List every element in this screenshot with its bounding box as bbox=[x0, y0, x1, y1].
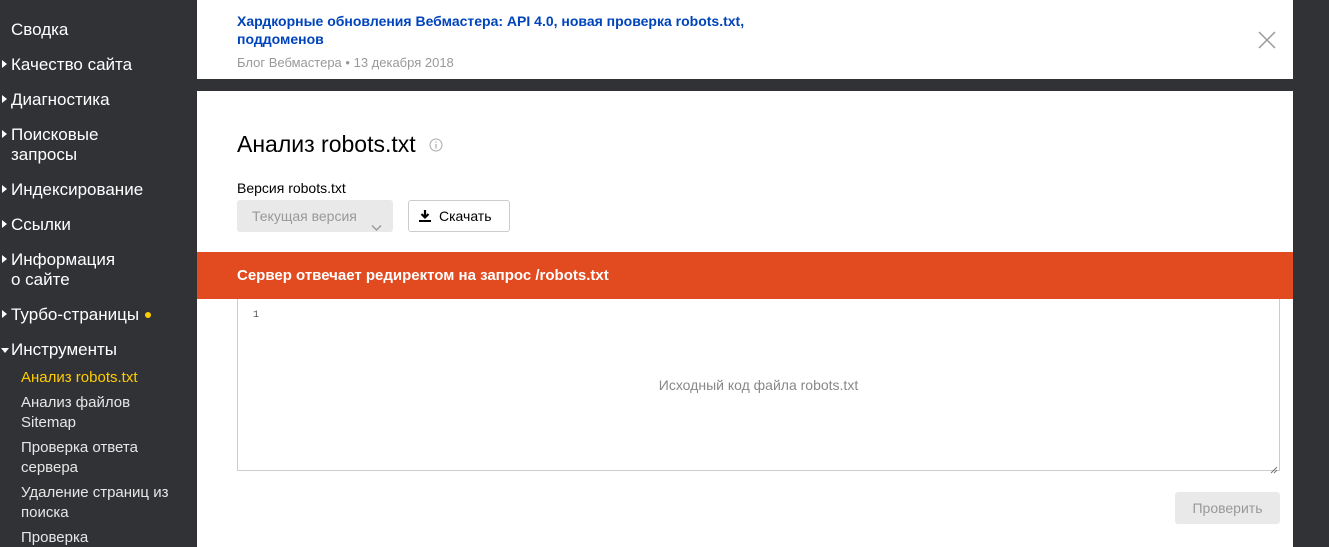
error-message: Сервер отвечает редиректом на запрос /ro… bbox=[237, 267, 609, 284]
sidebar-item-links[interactable]: Ссылки bbox=[0, 215, 197, 235]
sidebar-item-search-queries[interactable]: Поисковые запросы bbox=[0, 125, 197, 165]
caret-right-icon bbox=[2, 220, 7, 228]
download-icon bbox=[418, 209, 432, 226]
new-badge-dot bbox=[145, 311, 152, 318]
robots-code-editor[interactable]: 1 Исходный код файла robots.txt bbox=[237, 299, 1280, 474]
error-banner: Сервер отвечает редиректом на запрос /ro… bbox=[197, 252, 1293, 299]
close-icon[interactable] bbox=[1257, 30, 1277, 50]
sidebar-item-label: Инструменты bbox=[11, 340, 118, 359]
sidebar-subitem-check[interactable]: Проверка bbox=[21, 528, 191, 547]
caret-right-icon bbox=[2, 255, 7, 263]
sidebar-item-label-line1: Информация bbox=[11, 250, 116, 269]
caret-right-icon bbox=[2, 95, 7, 103]
sidebar-item-site-info[interactable]: Информация о сайте bbox=[0, 250, 197, 290]
sidebar-subitem-label-line1: Проверка ответа bbox=[21, 439, 138, 456]
caret-right-icon bbox=[2, 60, 7, 68]
sidebar-subitem-robots-analysis[interactable]: Анализ robots.txt bbox=[21, 368, 191, 388]
download-button[interactable]: Скачать bbox=[408, 200, 510, 232]
main-panel: Анализ robots.txt Версия robots.txt Теку… bbox=[197, 91, 1293, 547]
sidebar-item-label: Качество сайта bbox=[11, 55, 133, 74]
news-title-line1: Хардкорные обновления Вебмастера: API 4.… bbox=[237, 13, 745, 29]
sidebar-item-label: Ссылки bbox=[11, 215, 71, 234]
sidebar-subitem-label-line1: Анализ файлов bbox=[21, 394, 131, 411]
sidebar-item-summary[interactable]: Сводка bbox=[0, 20, 197, 40]
news-meta: Блог Вебмастера • 13 декабря 2018 bbox=[237, 55, 454, 70]
news-source: Блог Вебмастера bbox=[237, 55, 342, 70]
sidebar-subitem-label-line2: поиска bbox=[21, 504, 69, 521]
chevron-down-icon bbox=[371, 211, 382, 243]
caret-right-icon bbox=[2, 185, 7, 193]
news-separator: • bbox=[345, 55, 350, 70]
info-icon[interactable] bbox=[429, 138, 443, 152]
news-notice: Хардкорные обновления Вебмастера: API 4.… bbox=[197, 0, 1293, 79]
sidebar-subitem-server-response[interactable]: Проверка ответа сервера bbox=[21, 438, 191, 478]
caret-right-icon bbox=[2, 130, 7, 138]
sidebar-item-label: Сводка bbox=[11, 20, 69, 39]
check-button[interactable]: Проверить bbox=[1175, 492, 1280, 524]
sidebar-item-diagnostics[interactable]: Диагностика bbox=[0, 90, 197, 110]
resize-grip-icon[interactable] bbox=[1270, 461, 1278, 474]
version-label: Версия robots.txt bbox=[237, 180, 346, 196]
sidebar: Сводка Качество сайта Диагностика Поиско… bbox=[0, 0, 197, 547]
version-select[interactable]: Текущая версия bbox=[237, 200, 393, 232]
news-date: 13 декабря 2018 bbox=[353, 55, 454, 70]
sidebar-subitem-remove-pages[interactable]: Удаление страниц из поиска bbox=[21, 483, 191, 523]
sidebar-item-label-line2: запросы bbox=[11, 145, 78, 164]
news-title-line2: поддоменов bbox=[237, 31, 324, 47]
caret-down-icon bbox=[1, 348, 9, 353]
sidebar-item-label: Диагностика bbox=[11, 90, 110, 109]
line-number: 1 bbox=[253, 310, 260, 321]
sidebar-item-label: Индексирование bbox=[11, 180, 144, 199]
sidebar-item-tools[interactable]: Инструменты bbox=[0, 340, 197, 360]
version-select-value: Текущая версия bbox=[252, 208, 357, 224]
page-title: Анализ robots.txt bbox=[237, 131, 416, 157]
download-button-label: Скачать bbox=[439, 208, 492, 224]
editor-placeholder: Исходный код файла robots.txt bbox=[658, 377, 859, 393]
caret-right-icon bbox=[2, 310, 7, 318]
sidebar-subitem-sitemap-analysis[interactable]: Анализ файлов Sitemap bbox=[21, 393, 191, 433]
sidebar-item-label-line2: о сайте bbox=[11, 270, 70, 289]
sidebar-item-label: Турбо-страницы bbox=[11, 305, 140, 324]
sidebar-item-turbo-pages[interactable]: Турбо-страницы bbox=[0, 305, 197, 325]
news-title-link[interactable]: Хардкорные обновления Вебмастера: API 4.… bbox=[237, 12, 857, 48]
sidebar-item-indexing[interactable]: Индексирование bbox=[0, 180, 197, 200]
sidebar-subitem-label-line2: сервера bbox=[21, 459, 79, 476]
sidebar-item-site-quality[interactable]: Качество сайта bbox=[0, 55, 197, 75]
sidebar-item-label-line1: Поисковые bbox=[11, 125, 99, 144]
sidebar-subitem-label-line2: Sitemap bbox=[21, 414, 77, 431]
sidebar-subitem-label-line1: Удаление страниц из bbox=[21, 484, 169, 501]
